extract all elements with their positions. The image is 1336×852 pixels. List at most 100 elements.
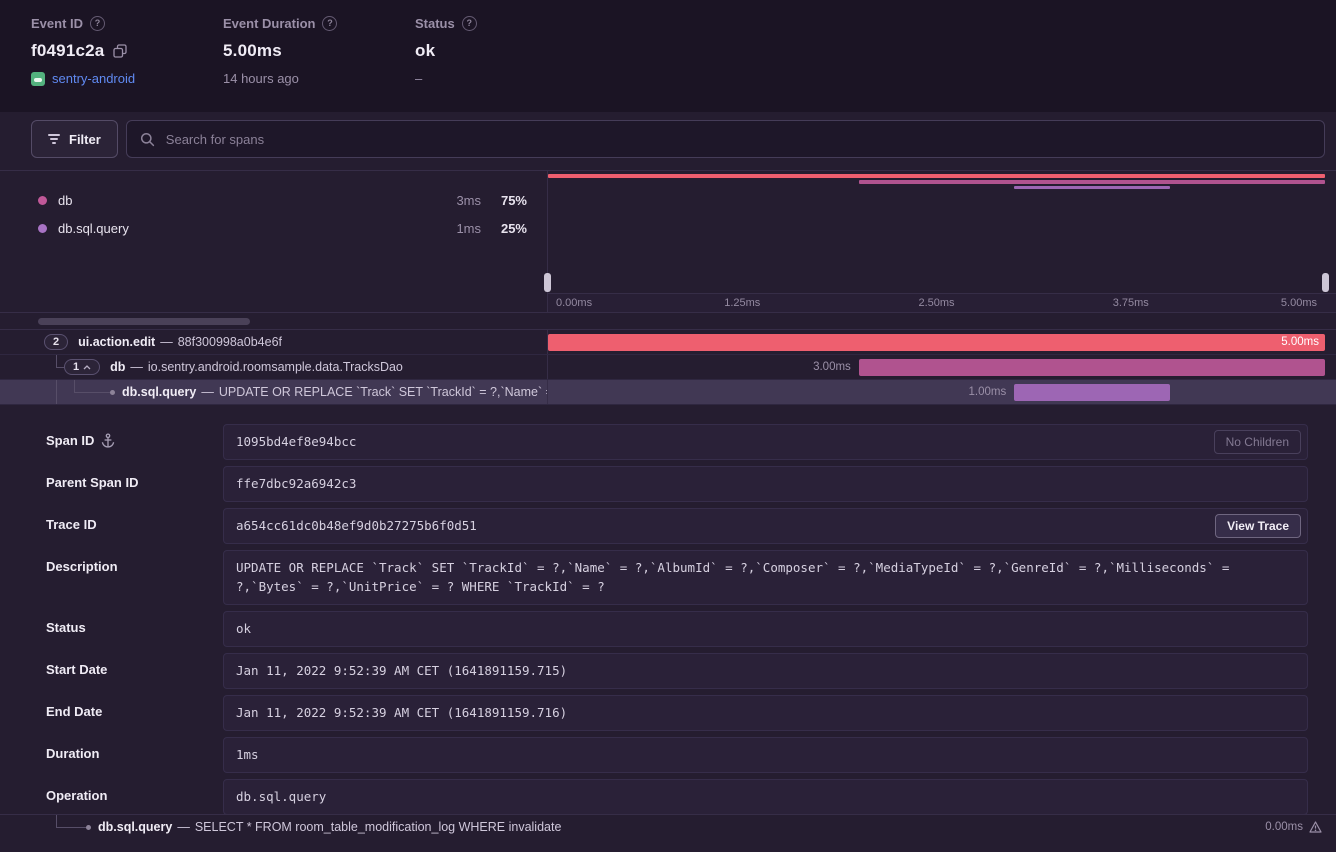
span-row-db[interactable]: 1 db — io.sentry.android.roomsample.data…: [0, 355, 1336, 380]
tree-scroll-strip: [0, 313, 1336, 330]
span-description: io.sentry.android.roomsample.data.Tracks…: [148, 360, 403, 374]
start-date-value: Jan 11, 2022 9:52:39 AM CET (1641891159.…: [236, 663, 567, 678]
span-id-label: Span ID: [46, 433, 94, 448]
status-detail-label: Status: [46, 620, 86, 635]
span-description: 88f300998a0b4e6f: [178, 335, 282, 349]
filter-button[interactable]: Filter: [31, 120, 118, 158]
span-search: [126, 120, 1325, 158]
op-label: db: [58, 193, 72, 208]
tree-connector: [74, 392, 112, 393]
span-op: ui.action.edit: [78, 335, 155, 349]
span-description: SELECT * FROM room_table_modification_lo…: [195, 820, 562, 834]
axis-tick: 2.50ms: [918, 297, 954, 309]
trace-id-value: a654cc61dc0b48ef9d0b27275b6f0d51: [236, 518, 477, 533]
detail-row-start-date: Start Date Jan 11, 2022 9:52:39 AM CET (…: [46, 653, 1308, 689]
span-separator: —: [160, 335, 173, 349]
span-duration-label: 1.00ms: [968, 380, 1006, 405]
horizontal-scrollbar[interactable]: [38, 318, 250, 325]
view-trace-button[interactable]: View Trace: [1215, 514, 1301, 538]
span-row-db-sql-query-select[interactable]: db.sql.query — SELECT * FROM room_table_…: [0, 814, 1336, 838]
anchor-icon[interactable]: [101, 433, 115, 448]
duration-label: Duration: [46, 746, 99, 761]
minimap-span-bar: [1014, 186, 1169, 189]
start-date-label: Start Date: [46, 662, 107, 677]
detail-row-description: Description UPDATE OR REPLACE `Track` SE…: [46, 550, 1308, 604]
children-count-badge[interactable]: 1: [64, 359, 100, 375]
axis-tick: 3.75ms: [1113, 297, 1149, 309]
span-duration-bar: [1014, 384, 1169, 401]
detail-row-span-id: Span ID 1095bd4ef8e94bcc No Children: [46, 424, 1308, 460]
end-date-value: Jan 11, 2022 9:52:39 AM CET (1641891159.…: [236, 705, 567, 720]
tree-connector: [56, 827, 88, 828]
op-color-dot: [38, 196, 47, 205]
span-row-db-sql-query-selected[interactable]: db.sql.query — UPDATE OR REPLACE `Track`…: [0, 380, 1336, 405]
end-date-label: End Date: [46, 704, 102, 719]
minimap-span-bar: [859, 180, 1325, 184]
op-duration: 1ms: [433, 221, 481, 236]
status-value-box: ok: [223, 611, 1308, 647]
search-icon: [140, 132, 155, 147]
span-separator: —: [201, 385, 214, 399]
tree-connector: [56, 367, 64, 368]
span-op: db.sql.query: [98, 820, 172, 834]
span-row-ui-action-edit[interactable]: 2 ui.action.edit — 88f300998a0b4e6f 5.00…: [0, 330, 1336, 355]
op-color-dot: [38, 224, 47, 233]
op-label: db.sql.query: [58, 221, 129, 236]
detail-row-operation: Operation db.sql.query: [46, 779, 1308, 814]
detail-row-end-date: End Date Jan 11, 2022 9:52:39 AM CET (16…: [46, 695, 1308, 731]
bottom-spacer: [0, 838, 1336, 852]
trace-minimap: 0.00ms 1.25ms 2.50ms 3.75ms 5.00ms: [548, 171, 1336, 312]
status-column: Status ? ok –: [415, 16, 607, 112]
span-id-value: 1095bd4ef8e94bcc: [236, 434, 356, 449]
span-duration-label: 0.00ms: [1265, 821, 1303, 833]
description-value: UPDATE OR REPLACE `Track` SET `TrackId` …: [236, 560, 1229, 593]
children-count-badge[interactable]: 2: [44, 334, 68, 350]
project-link[interactable]: sentry-android: [52, 71, 135, 86]
axis-tick: 1.25ms: [724, 297, 760, 309]
span-detail-page: Event ID ? f0491c2a sentry-android Event…: [0, 0, 1336, 852]
span-op: db: [110, 360, 125, 374]
no-children-button[interactable]: No Children: [1214, 430, 1301, 454]
minimap-drag-handle-left[interactable]: [544, 273, 551, 292]
description-value-box: UPDATE OR REPLACE `Track` SET `TrackId` …: [223, 550, 1308, 604]
operation-label: Operation: [46, 788, 107, 803]
event-id-column: Event ID ? f0491c2a sentry-android: [31, 16, 223, 112]
status-sub: –: [415, 71, 422, 86]
breakdown-item-db-sql-query: db.sql.query 1ms 25%: [38, 214, 527, 242]
help-icon[interactable]: ?: [322, 16, 337, 31]
tree-connector: [56, 380, 57, 404]
detail-row-parent-span-id: Parent Span ID ffe7dbc92a6942c3: [46, 466, 1308, 502]
span-separator: —: [130, 360, 143, 374]
help-icon[interactable]: ?: [90, 16, 105, 31]
minimap-canvas[interactable]: [548, 171, 1325, 293]
status-label: Status: [415, 16, 455, 31]
event-duration-column: Event Duration ? 5.00ms 14 hours ago: [223, 16, 415, 112]
status-value: ok: [415, 41, 435, 61]
event-duration-value: 5.00ms: [223, 41, 282, 61]
time-axis: 0.00ms 1.25ms 2.50ms 3.75ms 5.00ms: [548, 293, 1336, 312]
event-id-value: f0491c2a: [31, 41, 104, 61]
copy-icon[interactable]: [113, 44, 127, 58]
event-id-label: Event ID: [31, 16, 83, 31]
end-date-value-box: Jan 11, 2022 9:52:39 AM CET (1641891159.…: [223, 695, 1308, 731]
chevron-up-icon: [83, 365, 91, 370]
filter-button-label: Filter: [69, 132, 101, 147]
minimap-drag-handle-right[interactable]: [1322, 273, 1329, 292]
help-icon[interactable]: ?: [462, 16, 477, 31]
span-duration-label: 5.00ms: [1281, 330, 1319, 355]
span-id-value-box: 1095bd4ef8e94bcc No Children: [223, 424, 1308, 460]
leaf-span-dot: [110, 390, 115, 395]
span-duration-bar: [548, 334, 1325, 351]
operations-breakdown: db 3ms 75% db.sql.query 1ms 25%: [0, 171, 548, 312]
search-input[interactable]: [164, 131, 1311, 148]
event-duration-label: Event Duration: [223, 16, 315, 31]
filter-icon: [48, 134, 60, 144]
parent-span-id-label: Parent Span ID: [46, 475, 138, 490]
trace-id-label: Trace ID: [46, 517, 97, 532]
operation-value: db.sql.query: [236, 789, 326, 804]
duration-value-box: 1ms: [223, 737, 1308, 773]
span-duration-label: 3.00ms: [813, 355, 851, 380]
op-percentage: 75%: [481, 193, 527, 208]
event-header: Event ID ? f0491c2a sentry-android Event…: [0, 0, 1336, 112]
detail-row-duration: Duration 1ms: [46, 737, 1308, 773]
